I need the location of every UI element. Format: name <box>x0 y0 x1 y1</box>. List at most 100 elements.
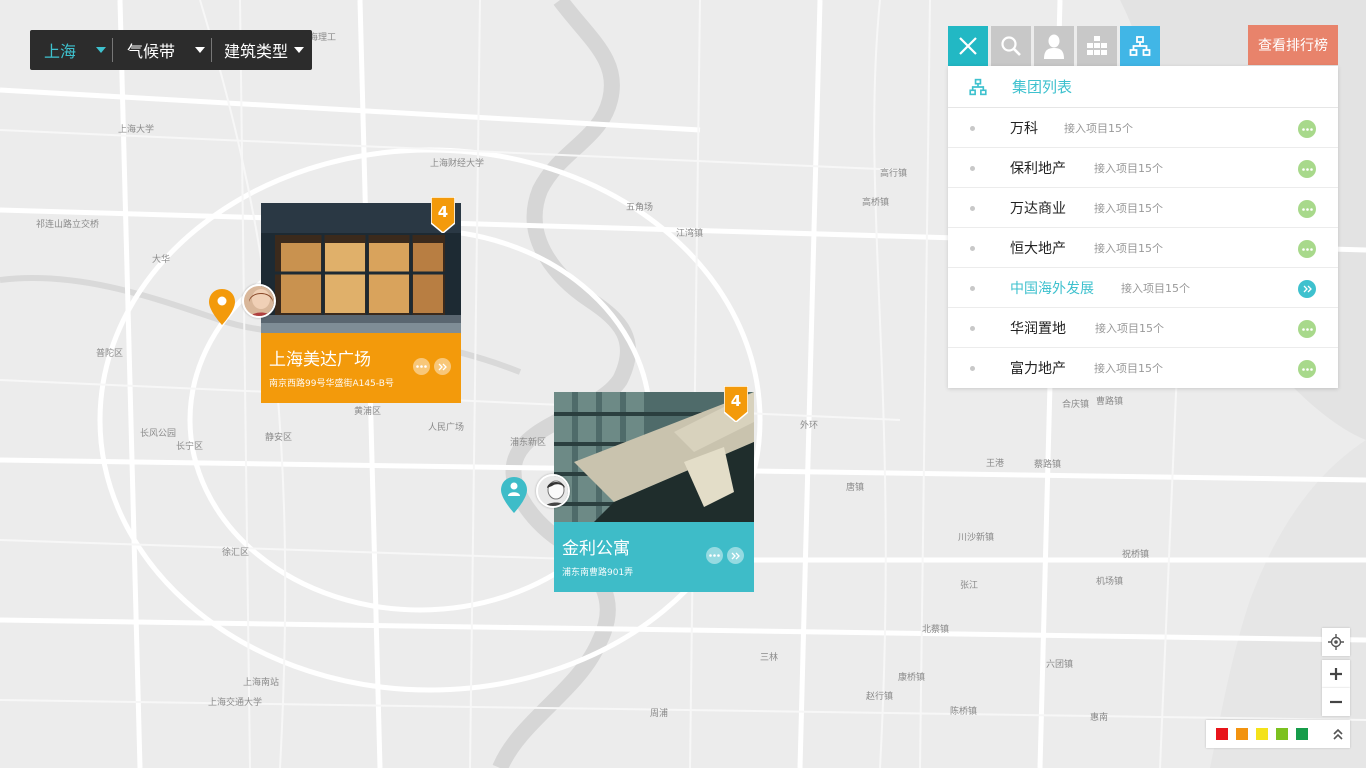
building-card[interactable]: 金利公寓 浦东南曹路901弄 4 <box>554 385 754 592</box>
svg-text:康桥镇: 康桥镇 <box>898 671 925 683</box>
user-button[interactable] <box>1034 26 1074 66</box>
group-row[interactable]: 华润置地 接入项目15个 <box>948 308 1338 348</box>
project-count: 接入项目15个 <box>1094 161 1163 175</box>
more-button[interactable] <box>1298 240 1316 258</box>
building-card[interactable]: 上海美达广场 南京西路99号华盛街A145-B号 4 <box>261 196 461 403</box>
details-button[interactable] <box>1298 280 1316 298</box>
group-row[interactable]: 万达商业 接入项目15个 <box>948 188 1338 228</box>
location-pin-icon <box>209 289 235 325</box>
bullet-dot <box>970 206 975 211</box>
panel-header: 集团列表 <box>948 66 1338 108</box>
building-info: 金利公寓 浦东南曹路901弄 <box>554 522 754 592</box>
svg-text:浦东新区: 浦东新区 <box>510 436 546 448</box>
svg-text:大华: 大华 <box>152 253 170 265</box>
more-button[interactable] <box>706 547 723 564</box>
group-row[interactable]: 万科 接入项目15个 <box>948 108 1338 148</box>
double-chevron-right-icon <box>731 552 740 559</box>
view-ranking-button[interactable]: 查看排行榜 <box>1248 25 1338 65</box>
more-button[interactable] <box>1298 160 1316 178</box>
bullet-dot <box>970 126 975 131</box>
group-row[interactable]: 富力地产 接入项目15个 <box>948 348 1338 388</box>
group-name: 万达商业 <box>1010 200 1066 217</box>
legend-swatch[interactable] <box>1216 728 1228 740</box>
more-button[interactable] <box>1298 320 1316 338</box>
zoom-out-button[interactable] <box>1322 688 1350 716</box>
more-button[interactable] <box>413 358 430 375</box>
details-button[interactable] <box>434 358 451 375</box>
double-chevron-right-icon <box>438 363 447 370</box>
svg-text:祝桥镇: 祝桥镇 <box>1122 548 1149 560</box>
locate-icon <box>1328 634 1344 650</box>
org-chart-icon <box>969 78 987 95</box>
more-icon <box>416 365 427 368</box>
svg-text:唐镇: 唐镇 <box>846 481 864 493</box>
more-icon <box>1301 247 1313 251</box>
avatar[interactable] <box>536 474 570 508</box>
more-icon <box>1301 167 1313 171</box>
svg-text:三林: 三林 <box>760 651 778 663</box>
more-button[interactable] <box>1298 360 1316 378</box>
group-name: 保利地产 <box>1010 160 1066 177</box>
search-button[interactable] <box>991 26 1031 66</box>
org-chart-icon <box>1129 36 1151 56</box>
group-row[interactable]: 恒大地产 接入项目15个 <box>948 228 1338 268</box>
more-icon <box>1301 207 1313 211</box>
more-icon <box>1301 367 1313 371</box>
zoom-in-button[interactable] <box>1322 660 1350 688</box>
project-count: 接入项目15个 <box>1121 281 1190 295</box>
svg-text:蔡路镇: 蔡路镇 <box>1034 458 1061 470</box>
legend-expand-button[interactable] <box>1332 728 1344 740</box>
chevron-down-icon <box>96 47 107 53</box>
building-address: 浦东南曹路901弄 <box>562 568 634 578</box>
chevron-down-icon <box>195 47 206 53</box>
svg-text:上海交通大学: 上海交通大学 <box>208 696 262 708</box>
building-type-filter-dropdown[interactable]: 建筑类型 <box>212 30 312 70</box>
close-icon <box>959 37 977 55</box>
bullet-dot <box>970 286 975 291</box>
person-pin-icon <box>501 477 527 513</box>
double-chevron-right-icon <box>1303 285 1312 293</box>
svg-text:长宁区: 长宁区 <box>176 440 203 452</box>
cluster-button[interactable] <box>1077 26 1117 66</box>
svg-text:黄浦区: 黄浦区 <box>354 405 381 417</box>
city-filter-label: 上海 <box>44 42 77 61</box>
svg-text:周浦: 周浦 <box>650 707 668 719</box>
city-filter-dropdown[interactable]: 上海 <box>30 30 112 70</box>
map-location-pin[interactable] <box>208 288 236 326</box>
building-type-filter-label: 建筑类型 <box>224 42 289 61</box>
project-count-badge: 4 <box>723 385 749 423</box>
climate-zone-filter-dropdown[interactable]: 气候带 <box>113 30 211 70</box>
bullet-dot <box>970 326 975 331</box>
chevron-down-icon <box>294 47 305 53</box>
locate-button[interactable] <box>1322 628 1350 656</box>
panel-title: 集团列表 <box>1012 78 1073 96</box>
double-chevron-up-icon <box>1333 728 1343 740</box>
close-button[interactable] <box>948 26 988 66</box>
details-button[interactable] <box>727 547 744 564</box>
group-list-button[interactable] <box>1120 26 1160 66</box>
more-button[interactable] <box>1298 200 1316 218</box>
svg-text:上海财经大学: 上海财经大学 <box>430 157 484 169</box>
svg-text:王港: 王港 <box>986 457 1004 469</box>
search-icon <box>1001 36 1021 56</box>
legend-swatch[interactable] <box>1276 728 1288 740</box>
more-button[interactable] <box>1298 120 1316 138</box>
svg-text:惠南: 惠南 <box>1090 711 1108 723</box>
legend-swatch[interactable] <box>1236 728 1248 740</box>
svg-text:长风公园: 长风公园 <box>140 427 176 439</box>
svg-text:静安区: 静安区 <box>265 431 292 443</box>
legend-swatch[interactable] <box>1256 728 1268 740</box>
group-row[interactable]: 保利地产 接入项目15个 <box>948 148 1338 188</box>
cluster-icon <box>1087 36 1107 55</box>
legend-swatch[interactable] <box>1296 728 1308 740</box>
svg-text:江湾镇: 江湾镇 <box>676 227 703 239</box>
svg-text:赵行镇: 赵行镇 <box>866 690 893 702</box>
avatar[interactable] <box>242 284 276 318</box>
map-location-pin[interactable] <box>500 476 528 514</box>
svg-text:川沙新镇: 川沙新镇 <box>958 531 994 543</box>
map-toolbar <box>948 26 1160 66</box>
project-count: 接入项目15个 <box>1094 241 1163 255</box>
group-name: 万科 <box>1010 120 1038 137</box>
svg-text:北蔡镇: 北蔡镇 <box>922 623 949 635</box>
group-row[interactable]: 中国海外发展 接入项目15个 <box>948 268 1338 308</box>
